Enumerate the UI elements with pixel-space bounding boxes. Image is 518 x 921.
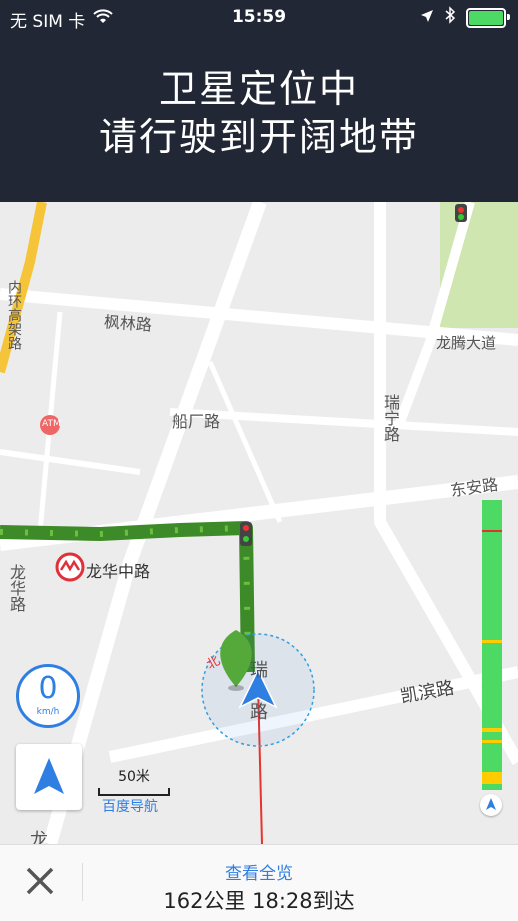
destination-pin-shadow [228, 685, 244, 691]
label-longhua: 龙华路 [7, 564, 26, 612]
battery-icon [466, 7, 510, 28]
label-longteng: 龙腾大道 [436, 334, 497, 352]
traffic-seg-green [482, 500, 502, 790]
map-scale: 50米 [98, 766, 170, 796]
label-chuanchang: 船厂路 [172, 412, 221, 431]
brand-label: 百度导航 [102, 799, 158, 815]
overview-link[interactable]: 查看全览 [100, 859, 418, 884]
close-button[interactable] [22, 863, 58, 899]
scale-bar [98, 788, 170, 796]
close-icon [26, 867, 54, 895]
label-rui: 瑞 [250, 660, 268, 681]
speed-value: 0 [38, 671, 58, 706]
bluetooth-icon [444, 6, 456, 29]
label-fenglin: 枫林路 [103, 312, 153, 335]
location-arrow-icon [420, 8, 434, 28]
road-minor-1 [0, 449, 141, 475]
bottom-divider [82, 863, 83, 901]
traffic-seg-red [482, 530, 502, 532]
traffic-seg-yellow-3 [482, 740, 502, 743]
status-bar: 无 SIM 卡 15:59 [0, 0, 518, 34]
label-atm: ATM [42, 419, 61, 429]
speed-indicator: 0 km/h [16, 664, 80, 728]
traffic-light-top [455, 204, 467, 222]
battery-fill [469, 10, 503, 25]
label-bottom-left: 龙 [30, 830, 48, 844]
road-minor-3 [207, 360, 283, 524]
traffic-bar-location-icon [480, 794, 502, 816]
label-ring-road: 内环高架路 [6, 280, 22, 350]
label-metro-station: 龙华中路 [86, 562, 151, 581]
traffic-seg-yellow-1 [482, 640, 502, 643]
gps-status-banner: 卫星定位中 请行驶到开阔地带 [0, 34, 518, 202]
banner-title: 卫星定位中 [158, 67, 359, 111]
heading-mode-button[interactable] [16, 744, 82, 810]
label-ruining: 瑞宁路 [381, 394, 400, 442]
road-chuanchang [169, 408, 518, 436]
traffic-seg-yellow-2 [482, 728, 502, 732]
road-kaibin [108, 666, 518, 763]
bottom-bar: 查看全览 162公里 18:28到达 [0, 844, 518, 921]
banner-subtitle: 请行驶到开阔地带 [98, 115, 419, 159]
navigation-arrow-icon [34, 758, 64, 794]
label-lu: 路 [250, 702, 268, 723]
traffic-condition-bar [482, 500, 502, 790]
status-right [420, 6, 510, 29]
trip-info: 162公里 18:28到达 [163, 889, 355, 913]
traffic-light-route [240, 522, 252, 546]
traffic-seg-yellow-4 [482, 772, 502, 784]
speed-unit: km/h [36, 707, 60, 717]
scale-label: 50米 [118, 769, 150, 785]
